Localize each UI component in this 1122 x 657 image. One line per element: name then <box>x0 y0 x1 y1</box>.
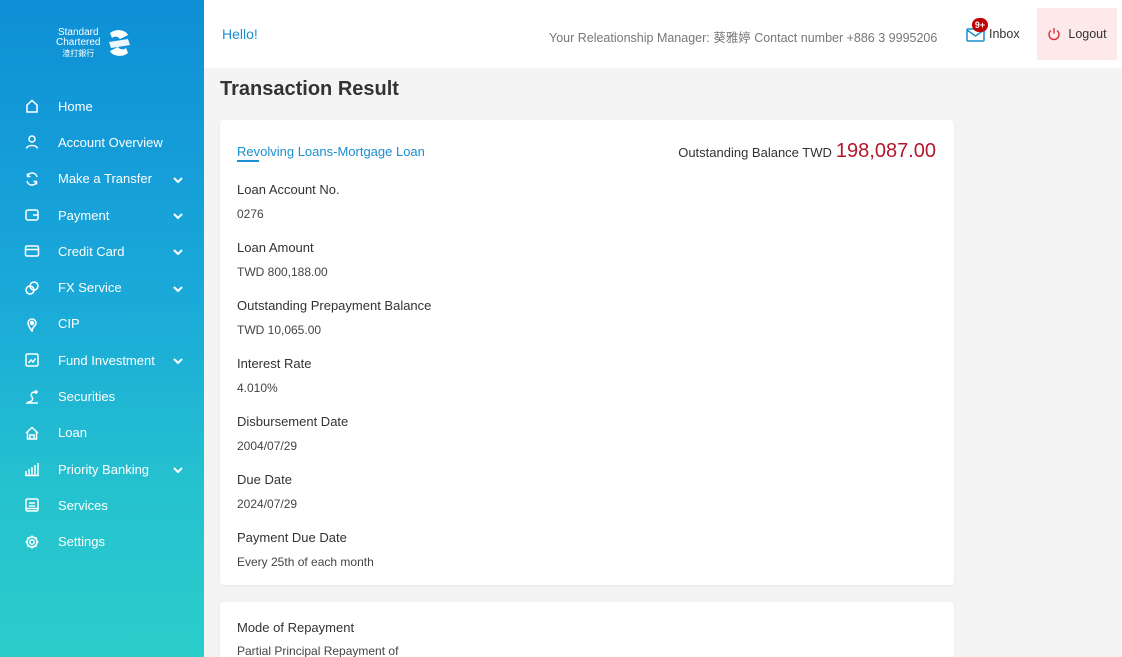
chevron-down-icon[interactable] <box>172 354 184 366</box>
chevron-down-icon[interactable] <box>172 463 184 475</box>
page-title: Transaction Result <box>220 78 399 100</box>
sidebar-item-cip[interactable]: CIP <box>0 306 204 342</box>
field-label: Disbursement Date <box>237 414 349 429</box>
sidebar-item-payment[interactable]: Payment <box>0 197 204 233</box>
priority-icon <box>24 461 40 477</box>
field-value: Partial Principal Repayment of <box>237 644 399 657</box>
brand-line3: 渣打銀行 <box>62 48 95 58</box>
field-loan-account-no: Loan Account No. 0276 <box>237 182 340 221</box>
balance-value: 198,087.00 <box>835 140 936 162</box>
outstanding-balance: Outstanding Balance TWD 198,087.00 <box>678 140 936 163</box>
sidebar-item-settings[interactable]: Settings <box>0 524 204 560</box>
sidebar-item-priority-banking[interactable]: Priority Banking <box>0 451 204 487</box>
chevron-down-icon[interactable] <box>172 282 184 294</box>
user-icon <box>24 134 40 150</box>
field-value: Every 25th of each month <box>237 555 374 569</box>
field-interest-rate: Interest Rate 4.010% <box>237 356 311 395</box>
field-value: 4.010% <box>237 381 278 395</box>
sidebar-item-label: Loan <box>58 425 87 441</box>
brand-name: Standard Chartered 渣打銀行 <box>56 26 101 59</box>
sidebar-item-home[interactable]: Home <box>0 88 204 124</box>
sidebar-item-account-overview[interactable]: Account Overview <box>0 124 204 160</box>
standard-chartered-logo-icon <box>109 30 131 56</box>
mail-icon: 9+ <box>966 18 988 42</box>
sidebar-item-label: Securities <box>58 389 116 405</box>
credit-card-icon <box>24 243 40 259</box>
sidebar-item-securities[interactable]: Securities <box>0 378 204 414</box>
balance-label: Outstanding Balance TWD <box>678 145 832 160</box>
brand-logo[interactable]: Standard Chartered 渣打銀行 <box>56 18 156 68</box>
chevron-down-icon[interactable] <box>172 173 184 185</box>
gear-icon <box>24 534 40 550</box>
inbox-badge: 9+ <box>972 18 988 32</box>
field-value: TWD 800,188.00 <box>237 265 328 279</box>
field-label: Interest Rate <box>237 356 312 371</box>
fx-icon <box>24 280 40 296</box>
top-header: Hello! Your Releationship Manager: 葵雅婷 C… <box>204 0 1122 68</box>
logout-label: Logout <box>1068 27 1107 41</box>
sidebar-item-label: Account Overview <box>58 134 163 150</box>
inbox-label: Inbox <box>989 27 1020 41</box>
field-value: 0276 <box>237 207 264 221</box>
cip-icon <box>24 316 40 332</box>
sidebar-nav: Home Account Overview Make a Transfer Pa… <box>0 88 204 560</box>
field-label: Payment Due Date <box>237 530 347 545</box>
sidebar: Standard Chartered 渣打銀行 Home Account Ove… <box>0 0 204 657</box>
sidebar-item-make-a-transfer[interactable]: Make a Transfer <box>0 161 204 197</box>
loan-detail-card: Revolving Loans-Mortgage Loan Outstandin… <box>220 120 954 585</box>
field-label: Due Date <box>237 472 292 487</box>
sidebar-item-label: Priority Banking <box>58 461 150 477</box>
logout-button[interactable]: Logout <box>1037 8 1117 60</box>
field-disbursement-date: Disbursement Date 2004/07/29 <box>237 414 348 453</box>
loan-title-link[interactable]: Revolving Loans-Mortgage Loan <box>237 144 425 159</box>
sidebar-item-label: Payment <box>58 207 110 223</box>
field-label: Outstanding Prepayment Balance <box>237 298 432 313</box>
sidebar-item-loan[interactable]: Loan <box>0 415 204 451</box>
sidebar-item-services[interactable]: Services <box>0 487 204 523</box>
field-value: 2024/07/29 <box>237 497 298 511</box>
relationship-manager-info: Your Releationship Manager: 葵雅婷 Contact … <box>549 31 938 45</box>
house-icon <box>24 425 40 441</box>
field-label: Mode of Repayment <box>237 620 355 635</box>
home-icon <box>24 98 40 114</box>
field-label: Loan Account No. <box>237 182 340 197</box>
brand-line1: Standard <box>57 26 99 38</box>
securities-icon <box>24 389 40 405</box>
chart-icon <box>24 352 40 368</box>
sidebar-item-fx-service[interactable]: FX Service <box>0 269 204 305</box>
brand-line2: Chartered <box>56 36 101 48</box>
sidebar-item-label: Make a Transfer <box>58 171 152 187</box>
repayment-card: Mode of Repayment Partial Principal Repa… <box>220 602 954 657</box>
transfer-icon <box>24 171 40 187</box>
sidebar-item-label: Services <box>58 497 108 513</box>
sidebar-item-label: Credit Card <box>58 243 125 259</box>
sidebar-item-label: Settings <box>58 534 105 550</box>
field-value: TWD 10,065.00 <box>237 323 322 337</box>
field-value: 2004/07/29 <box>237 439 298 453</box>
sidebar-item-label: Fund Investment <box>58 352 155 368</box>
field-label: Loan Amount <box>237 240 314 255</box>
wallet-icon <box>24 207 40 223</box>
field-payment-due-date: Payment Due Date Every 25th of each mont… <box>237 530 374 569</box>
sidebar-item-label: FX Service <box>58 280 122 296</box>
inbox-button[interactable]: 9+ Inbox <box>966 18 1020 48</box>
sidebar-item-label: CIP <box>58 316 80 332</box>
power-icon <box>1048 28 1061 41</box>
sidebar-item-credit-card[interactable]: Credit Card <box>0 233 204 269</box>
field-due-date: Due Date 2024/07/29 <box>237 472 297 511</box>
sidebar-item-label: Home <box>58 98 93 114</box>
field-loan-amount: Loan Amount TWD 800,188.00 <box>237 240 328 279</box>
chevron-down-icon[interactable] <box>172 245 184 257</box>
greeting: Hello! <box>222 26 258 42</box>
loan-title-underline <box>237 160 259 162</box>
services-icon <box>24 497 40 513</box>
chevron-down-icon[interactable] <box>172 209 184 221</box>
field-outstanding-prepayment-balance: Outstanding Prepayment Balance TWD 10,06… <box>237 298 431 337</box>
sidebar-item-fund-investment[interactable]: Fund Investment <box>0 342 204 378</box>
